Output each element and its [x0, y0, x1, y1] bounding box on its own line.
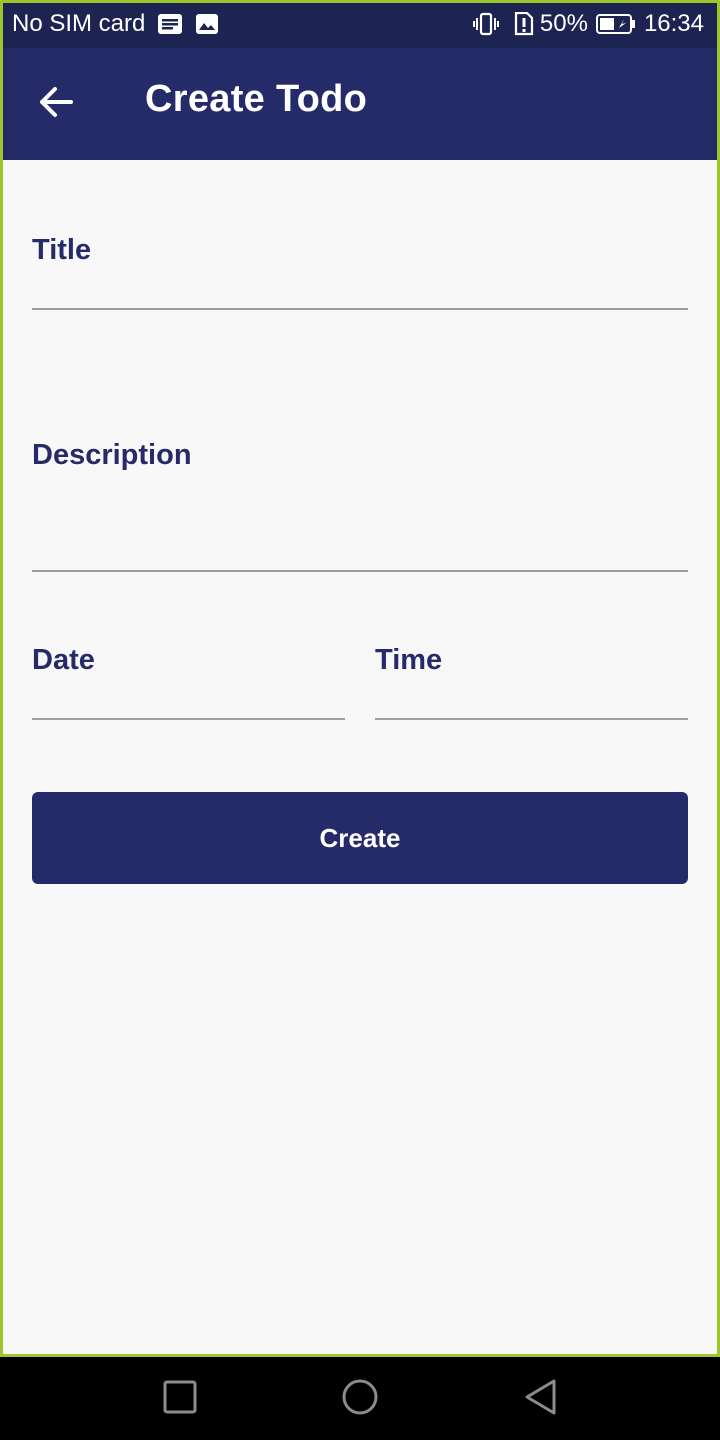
- create-button[interactable]: Create: [32, 792, 688, 884]
- description-label: Description: [32, 439, 192, 471]
- time-field[interactable]: Time: [375, 640, 688, 724]
- recents-button[interactable]: [158, 1377, 202, 1421]
- description-input[interactable]: [32, 515, 688, 557]
- home-button[interactable]: [338, 1377, 382, 1421]
- title-label: Title: [32, 234, 92, 266]
- time-underline: [375, 718, 688, 720]
- date-field[interactable]: Date: [32, 640, 345, 724]
- description-underline: [32, 570, 688, 572]
- time-input[interactable]: [375, 682, 688, 718]
- home-icon: [340, 1377, 380, 1422]
- battery-icon: [595, 13, 636, 35]
- image-icon: [195, 12, 219, 36]
- back-button[interactable]: [24, 76, 88, 132]
- title-underline: [32, 308, 688, 310]
- status-bar: No SIM card 50% 16:34: [0, 0, 720, 48]
- back-triangle-icon: [521, 1377, 559, 1422]
- alert-icon: [512, 12, 534, 36]
- back-arrow-icon: [38, 86, 74, 123]
- date-input[interactable]: [32, 682, 345, 718]
- title-field[interactable]: Title: [32, 230, 688, 312]
- carrier-text: No SIM card: [12, 10, 146, 37]
- system-back-button[interactable]: [518, 1377, 562, 1421]
- recents-icon: [162, 1379, 198, 1420]
- time-label: Time: [375, 644, 443, 676]
- date-label: Date: [32, 644, 95, 676]
- description-field[interactable]: Description: [32, 435, 688, 575]
- vibrate-icon: [472, 12, 500, 36]
- message-icon: [157, 12, 183, 36]
- date-underline: [32, 718, 345, 720]
- title-input[interactable]: [32, 270, 688, 308]
- page-title: Create Todo: [145, 78, 368, 120]
- clock-text: 16:34: [643, 10, 704, 37]
- app-bar: Create Todo: [0, 48, 720, 160]
- system-nav-bar: [0, 1357, 720, 1440]
- battery-percent-text: 50%: [539, 10, 588, 37]
